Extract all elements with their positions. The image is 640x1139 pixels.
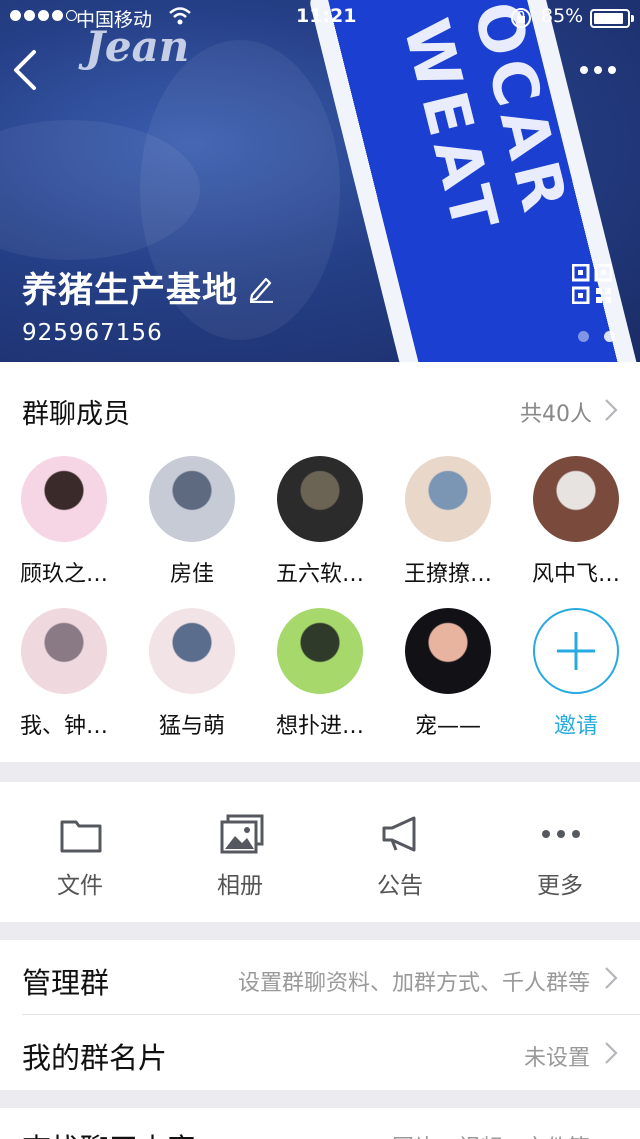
avatar (149, 608, 235, 694)
avatar (405, 456, 491, 542)
carrier-name: 中国移动 (76, 9, 153, 31)
search-chat-value: 图片、视频、文件等 (392, 1130, 590, 1139)
members-header[interactable]: 群聊成员 共40人 (0, 362, 640, 456)
member-name: 想扑进… (275, 714, 364, 739)
avatar (277, 608, 363, 694)
avatar (405, 608, 491, 694)
member-item[interactable]: 王撩撩… (384, 456, 512, 606)
member-item[interactable]: 猛与萌 (128, 608, 256, 758)
signal-strength-icon (10, 10, 77, 21)
tool-announcement-label: 公告 (377, 873, 423, 899)
member-item[interactable]: 风中飞… (512, 456, 640, 606)
tool-more-label: 更多 (537, 873, 583, 899)
tool-announcement[interactable]: 公告 (340, 812, 460, 902)
member-name: 猛与萌 (158, 714, 225, 739)
member-name: 风中飞… (531, 562, 620, 587)
avatar (21, 456, 107, 542)
group-tools-bar: 文件 相册 公告 更多 (0, 782, 640, 922)
member-name: 我、钟… (19, 714, 108, 739)
member-name: 房佳 (169, 562, 214, 587)
group-card-label: 我的群名片 (22, 1041, 168, 1075)
page-dot-active (604, 331, 615, 342)
section-gap (0, 762, 640, 782)
wifi-icon (169, 7, 191, 25)
tool-files[interactable]: 文件 (20, 812, 140, 902)
qr-code-icon[interactable] (572, 264, 612, 304)
member-item[interactable]: 五六软… (256, 456, 384, 606)
member-name: 顾玖之… (19, 562, 108, 587)
group-card-row[interactable]: 我的群名片 未设置 (0, 1015, 640, 1090)
status-bar: 中国移动 11:21 85% (0, 0, 640, 36)
more-dots-icon (542, 830, 580, 838)
battery-icon (590, 9, 634, 28)
battery-percent: 85% (541, 5, 584, 27)
more-dots-icon (580, 66, 588, 74)
chevron-right-icon (605, 1042, 618, 1064)
search-chat-label: 查找聊天内容 (22, 1126, 196, 1139)
tool-files-label: 文件 (57, 873, 103, 899)
member-item[interactable]: 我、钟… (0, 608, 128, 758)
member-item[interactable]: 宠—— (384, 608, 512, 758)
search-chat-section: 查找聊天内容 图片、视频、文件等 (0, 1108, 640, 1139)
megaphone-icon (382, 816, 416, 852)
rotation-lock-icon (511, 8, 531, 28)
member-name: 王撩撩… (403, 562, 492, 587)
tool-more[interactable]: 更多 (500, 812, 620, 902)
avatar (533, 456, 619, 542)
chevron-right-icon (605, 967, 618, 989)
members-section: 群聊成员 共40人 顾玖之… 房佳 五六软… 王撩撩… 风中飞… 我、钟… 猛与萌 想扑进… 宠… (0, 362, 640, 762)
tool-album[interactable]: 相册 (180, 812, 300, 902)
photo-album-icon (220, 814, 264, 854)
invite-circle (533, 608, 619, 694)
members-count: 共40人 (520, 402, 592, 427)
group-title-row: 养猪生产基地 (22, 262, 274, 313)
group-header-cover: OCAR WEAT Jean 中国移动 11:21 85% 养猪生产基地 925… (0, 0, 640, 362)
chevron-right-icon (605, 399, 618, 421)
back-button[interactable] (10, 48, 50, 94)
edit-pencil-icon[interactable] (248, 273, 274, 303)
chevron-left-icon (14, 50, 36, 90)
more-options-button[interactable] (570, 52, 626, 88)
manage-group-label: 管理群 (22, 966, 110, 1000)
members-title: 群聊成员 (22, 399, 130, 430)
clock: 11:21 (296, 5, 357, 27)
folder-icon (60, 820, 102, 853)
page-dot (578, 331, 589, 342)
settings-list: 管理群 设置群聊资料、加群方式、千人群等 我的群名片 未设置 (0, 940, 640, 1090)
group-number: 925967156 (22, 320, 163, 346)
group-name: 养猪生产基地 (22, 271, 239, 311)
plus-icon (557, 632, 595, 670)
manage-group-row[interactable]: 管理群 设置群聊资料、加群方式、千人群等 (0, 940, 640, 1015)
avatar (277, 456, 363, 542)
section-gap (0, 1090, 640, 1108)
member-item[interactable]: 想扑进… (256, 608, 384, 758)
section-gap (0, 922, 640, 940)
member-name: 宠—— (414, 714, 481, 739)
cover-page-indicator (578, 331, 615, 342)
member-item[interactable]: 房佳 (128, 456, 256, 606)
tool-album-label: 相册 (217, 873, 263, 899)
member-item[interactable]: 顾玖之… (0, 456, 128, 606)
manage-group-value: 设置群聊资料、加群方式、千人群等 (237, 971, 590, 996)
invite-button[interactable]: 邀请 (512, 608, 640, 758)
group-card-value: 未设置 (523, 1046, 590, 1071)
search-chat-row[interactable]: 查找聊天内容 图片、视频、文件等 (0, 1108, 640, 1139)
avatar (21, 608, 107, 694)
avatar (149, 456, 235, 542)
member-name: 五六软… (275, 562, 364, 587)
invite-label: 邀请 (553, 714, 598, 739)
